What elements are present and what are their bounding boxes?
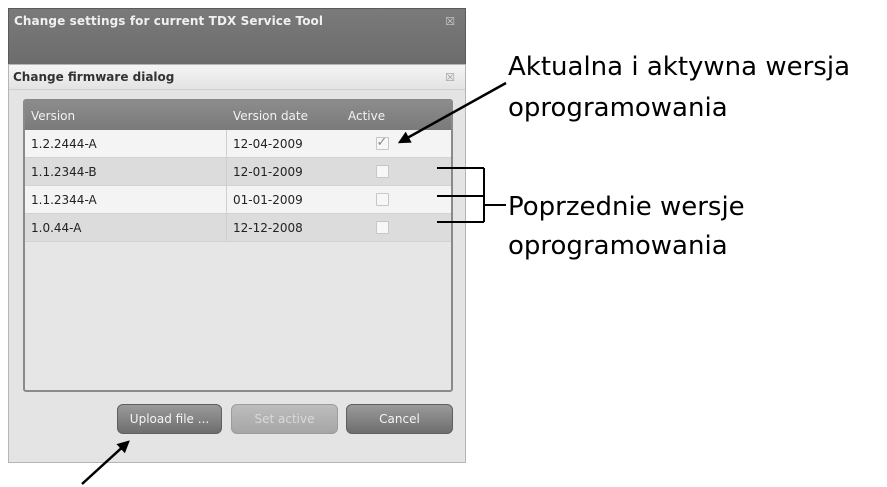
arrow-to-upload-button	[81, 440, 130, 485]
annotation-overlay	[81, 81, 507, 485]
bracket-previous-versions	[437, 167, 506, 223]
arrow-to-active-checkbox	[397, 81, 507, 144]
